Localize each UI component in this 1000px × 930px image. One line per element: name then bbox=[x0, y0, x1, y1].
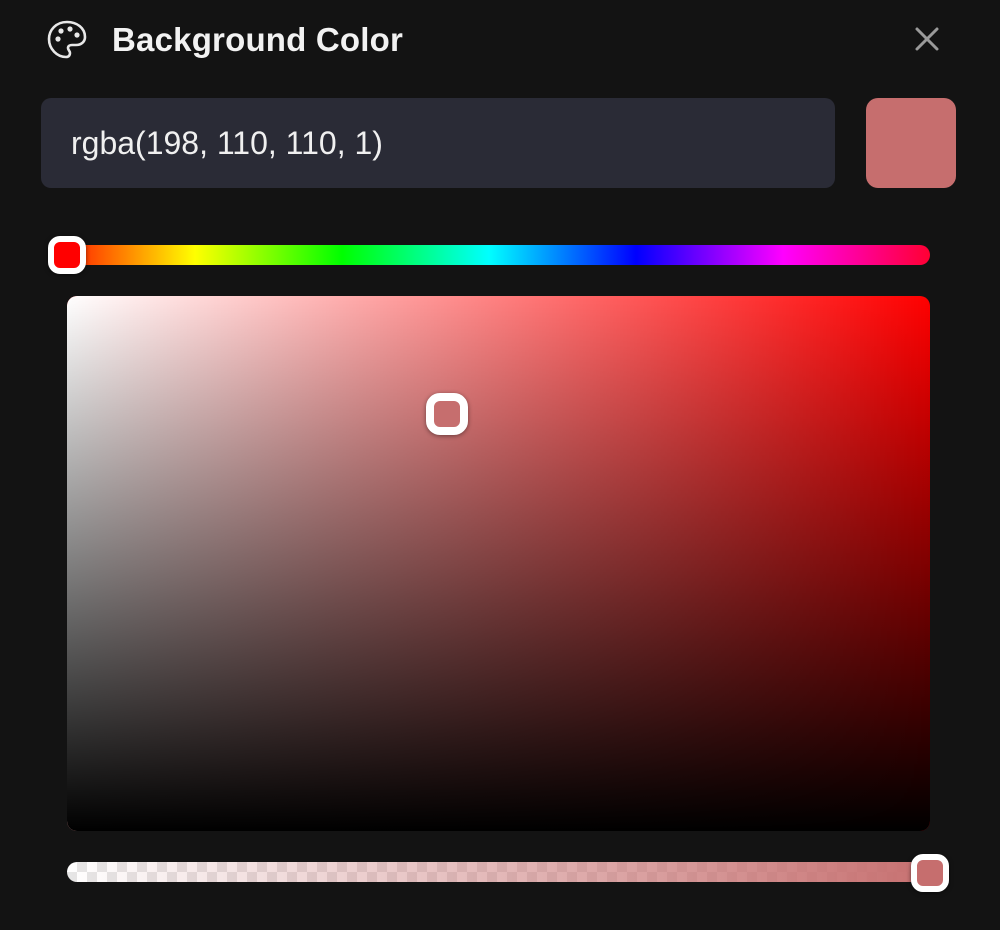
color-swatch[interactable] bbox=[866, 98, 956, 188]
brightness-gradient bbox=[67, 296, 930, 831]
alpha-slider-handle[interactable] bbox=[911, 854, 949, 892]
picker-title: Background Color bbox=[112, 21, 404, 58]
color-value-input[interactable] bbox=[41, 98, 835, 188]
close-icon bbox=[914, 26, 940, 57]
close-button[interactable] bbox=[906, 20, 948, 62]
picker-header: Background Color bbox=[44, 18, 403, 62]
background-color-picker-panel: Background Color bbox=[0, 0, 1000, 930]
saturation-brightness-area[interactable] bbox=[67, 296, 930, 831]
saturation-brightness-handle[interactable] bbox=[425, 392, 468, 435]
hue-slider-handle[interactable] bbox=[48, 236, 86, 274]
palette-icon bbox=[44, 17, 90, 63]
alpha-slider[interactable] bbox=[67, 862, 947, 882]
hue-slider[interactable] bbox=[48, 245, 930, 265]
alpha-gradient bbox=[67, 862, 947, 882]
